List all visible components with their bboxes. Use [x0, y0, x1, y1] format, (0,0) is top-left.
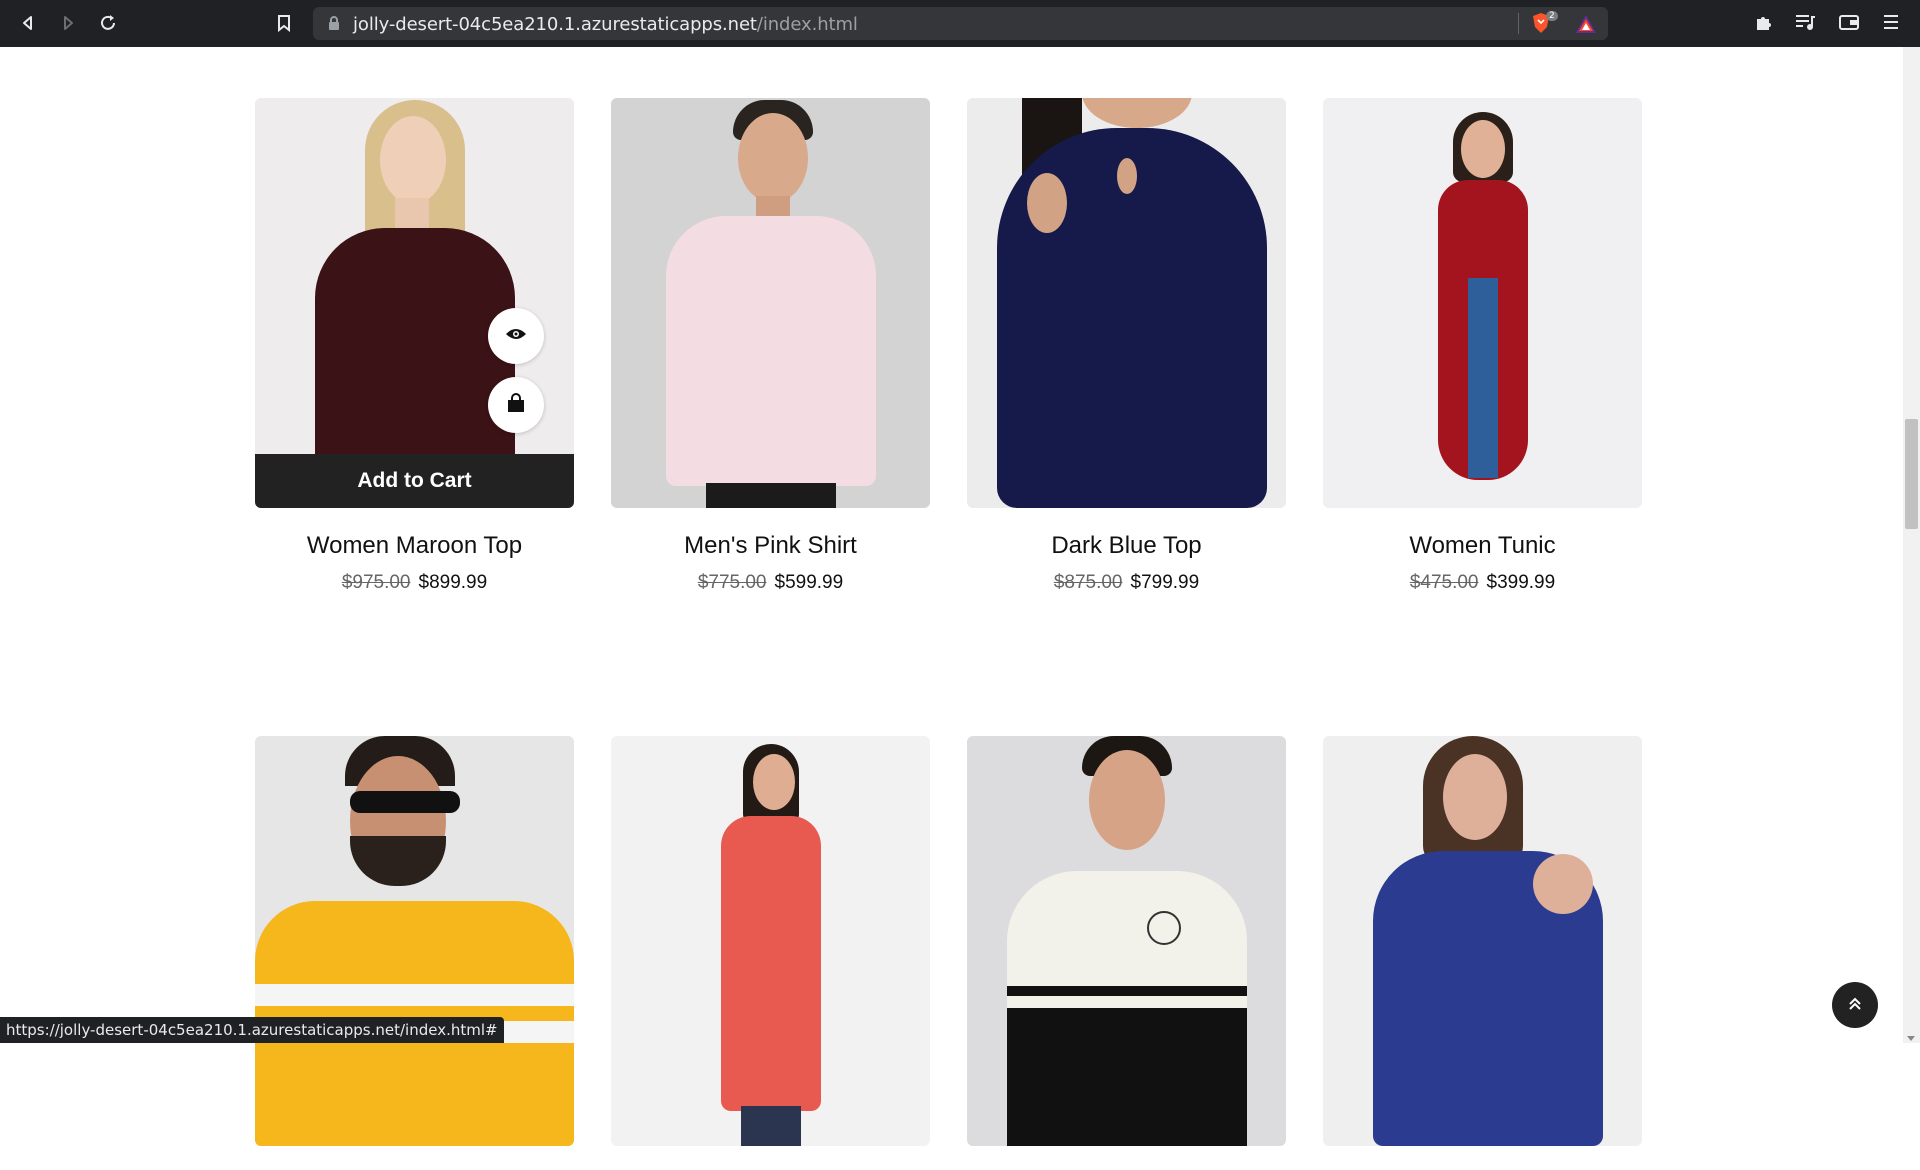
url-separator [1518, 13, 1519, 34]
product-card[interactable] [967, 736, 1286, 1170]
product-image[interactable] [255, 736, 574, 1146]
old-price: $875.00 [1054, 572, 1123, 593]
product-image[interactable]: Add to Cart [255, 98, 574, 508]
figure-head [753, 754, 795, 810]
figure-beard [350, 836, 446, 886]
sweatshirt-bottom [1007, 986, 1247, 1146]
quick-view-button[interactable] [488, 308, 544, 364]
sale-price: $899.99 [419, 572, 488, 593]
figure-pants [741, 1106, 801, 1146]
old-price: $775.00 [698, 572, 767, 593]
old-price: $975.00 [342, 572, 411, 593]
wallet-icon[interactable] [1838, 11, 1860, 38]
scroll-to-top-button[interactable] [1832, 982, 1878, 1028]
product-card[interactable]: Add to Cart Women Maroon Top $975.00 $899… [255, 98, 574, 594]
product-title[interactable]: Women Maroon Top [255, 532, 574, 560]
product-image[interactable] [967, 736, 1286, 1146]
product-card[interactable]: Men's Pink Shirt $775.00 $599.99 [611, 98, 930, 594]
add-to-cart-button[interactable]: Add to Cart [255, 454, 574, 508]
product-title[interactable]: Women Tunic [1323, 532, 1642, 560]
figure-kurta [721, 816, 821, 1111]
product-grid: Add to Cart Women Maroon Top $975.00 $899… [255, 98, 1644, 1170]
old-price: $475.00 [1410, 572, 1479, 593]
product-image[interactable] [611, 736, 930, 1146]
figure-shirt [666, 216, 876, 486]
url-text[interactable]: jolly-desert-04c5ea210.1.azurestaticapps… [353, 14, 858, 35]
double-chevron-up-icon [1847, 995, 1863, 1016]
forward-icon[interactable] [56, 11, 80, 35]
product-title[interactable]: Dark Blue Top [967, 532, 1286, 560]
sweatshirt-logo [1147, 911, 1181, 945]
product-image[interactable] [1323, 736, 1642, 1146]
product-price: $975.00 $899.99 [255, 572, 574, 594]
product-card[interactable] [611, 736, 930, 1170]
figure-head [380, 116, 446, 204]
product-card[interactable]: Women Tunic $475.00 $399.99 [1323, 98, 1642, 594]
sunglasses-icon [350, 791, 460, 813]
product-image[interactable] [1323, 98, 1642, 508]
product-price: $775.00 $599.99 [611, 572, 930, 594]
sale-price: $599.99 [775, 572, 844, 593]
playlist-icon[interactable] [1794, 11, 1816, 38]
bookmark-icon[interactable] [272, 11, 296, 35]
figure-head [738, 113, 808, 203]
figure-chin [1082, 98, 1192, 128]
figure-pants [706, 483, 836, 508]
brave-rewards-icon[interactable] [1575, 14, 1597, 39]
figure-head [1089, 750, 1165, 850]
product-image[interactable] [967, 98, 1286, 508]
scrollbar-thumb[interactable] [1905, 419, 1918, 529]
product-title[interactable]: Men's Pink Shirt [611, 532, 930, 560]
menu-icon[interactable] [1881, 11, 1901, 38]
reload-icon[interactable] [96, 11, 120, 35]
link-status-bar: https://jolly-desert-04c5ea210.1.azurest… [0, 1017, 504, 1043]
product-price: $875.00 $799.99 [967, 572, 1286, 594]
product-card[interactable] [255, 736, 574, 1170]
lock-icon [328, 15, 340, 36]
figure-shoulder [1027, 173, 1067, 233]
scroll-down-icon[interactable] [1907, 1036, 1915, 1041]
tee-stripe [255, 984, 574, 1006]
sale-price: $399.99 [1487, 572, 1556, 593]
page-scrollbar[interactable] [1903, 47, 1920, 1043]
figure-shoulder [1533, 854, 1593, 914]
product-price: $475.00 $399.99 [1323, 572, 1642, 594]
eye-icon [505, 326, 527, 347]
figure-jeans [1468, 278, 1498, 478]
add-to-bag-button[interactable] [488, 377, 544, 433]
sale-price: $799.99 [1131, 572, 1200, 593]
figure-head [1443, 754, 1507, 840]
shopping-bag-icon [506, 393, 526, 418]
product-card[interactable] [1323, 736, 1642, 1170]
browser-toolbar: jolly-desert-04c5ea210.1.azurestaticapps… [0, 0, 1920, 47]
back-icon[interactable] [16, 11, 40, 35]
product-image[interactable] [611, 98, 930, 508]
extensions-icon[interactable] [1753, 11, 1775, 38]
address-bar[interactable]: jolly-desert-04c5ea210.1.azurestaticapps… [313, 7, 1608, 40]
product-card[interactable]: Dark Blue Top $875.00 $799.99 [967, 98, 1286, 594]
figure-keyhole [1117, 158, 1137, 194]
figure-head [1461, 120, 1505, 178]
sweatshirt-stripe [1007, 996, 1247, 1008]
shield-count-badge: 2 [1546, 11, 1558, 21]
